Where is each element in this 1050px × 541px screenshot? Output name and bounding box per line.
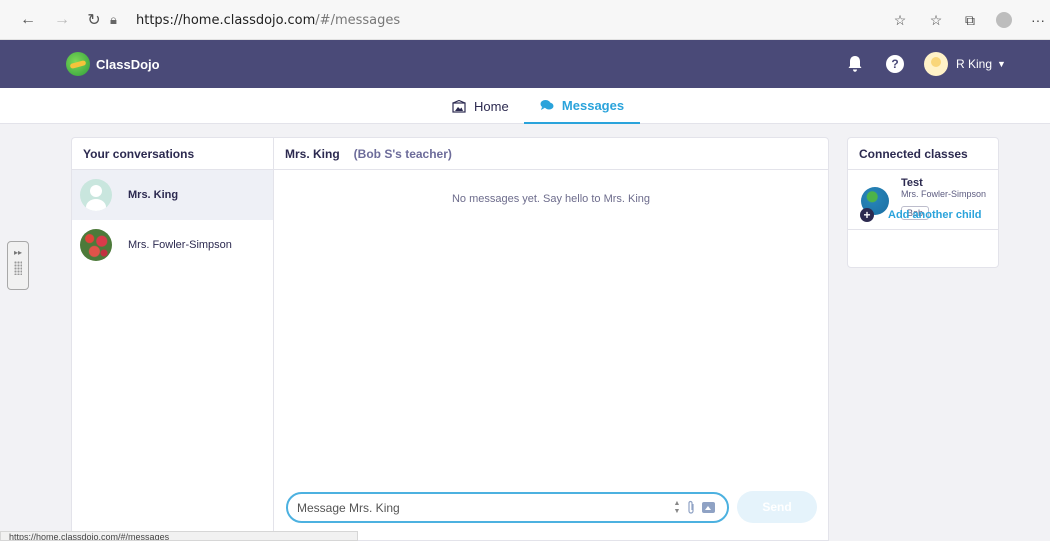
favorites-list-icon[interactable]: ☆ <box>926 10 946 30</box>
forward-icon[interactable]: → <box>52 10 72 30</box>
connected-classes-panel: Connected classes Test Mrs. Fowler-Simps… <box>847 137 999 268</box>
chat-icon <box>540 99 554 111</box>
tab-bar: Home Messages <box>0 88 1050 124</box>
favorite-star-icon[interactable]: ☆ <box>890 10 910 30</box>
connected-classes-title: Connected classes <box>848 138 998 170</box>
empty-thread-message: No messages yet. Say hello to Mrs. King <box>451 193 651 205</box>
thread-recipient: Mrs. King <box>285 146 340 161</box>
refresh-icon[interactable]: ↻ <box>84 10 104 30</box>
profile-icon[interactable] <box>994 10 1014 30</box>
help-icon[interactable]: ? <box>886 55 904 73</box>
address-bar[interactable]: 🔒︎ https://home.classdojo.com/#/messages <box>110 8 830 32</box>
thread-header: Mrs. King (Bob S's teacher) <box>274 138 828 170</box>
avatar <box>80 229 112 261</box>
side-panel-handle[interactable]: ▸▸ <box>7 241 29 290</box>
home-icon <box>452 99 466 113</box>
avatar <box>80 179 112 211</box>
logo-text: ClassDojo <box>96 56 160 72</box>
tab-home[interactable]: Home <box>452 88 509 124</box>
tab-messages-label: Messages <box>561 97 625 113</box>
conversation-name: Mrs. Fowler-Simpson <box>128 239 232 251</box>
message-composer: ▲▼ <box>286 492 729 523</box>
conversations-panel: Your conversations Mrs. King Mrs. Fowler… <box>71 137 273 541</box>
attachment-icon[interactable] <box>686 500 696 516</box>
expand-arrows-icon: ▸▸ <box>13 248 23 257</box>
conversation-item[interactable]: Mrs. King <box>72 170 273 220</box>
classdojo-logo[interactable]: ClassDojo <box>66 52 160 76</box>
conversations-title: Your conversations <box>72 138 273 170</box>
more-menu-icon[interactable]: ··· <box>1028 10 1048 30</box>
grip-icon <box>14 261 22 275</box>
class-teacher: Mrs. Fowler-Simpson <box>901 189 987 199</box>
add-child-label: Add another child <box>888 209 982 221</box>
message-thread-panel: Mrs. King (Bob S's teacher) No messages … <box>273 137 829 541</box>
class-name: Test <box>901 177 923 189</box>
notifications-bell-icon[interactable] <box>846 52 864 76</box>
thread-recipient-role: (Bob S's teacher) <box>353 146 452 161</box>
browser-toolbar: ← → ↻ 🔒︎ https://home.classdojo.com/#/me… <box>0 0 1050 40</box>
resize-stepper-icon[interactable]: ▲ ▼ <box>672 497 682 519</box>
tab-messages[interactable]: Messages <box>524 88 640 124</box>
user-name: R King <box>956 57 993 71</box>
message-input[interactable] <box>297 500 667 515</box>
tab-home-label: Home <box>474 98 509 114</box>
add-another-child-button[interactable]: + Add another child <box>860 208 982 222</box>
app-header: ClassDojo ? R King ▼ <box>0 40 1050 88</box>
url-path: /#/messages <box>315 12 401 28</box>
send-button[interactable]: Send <box>737 491 817 523</box>
lock-icon: 🔒︎ <box>110 12 117 28</box>
plus-circle-icon: + <box>860 208 874 222</box>
user-avatar <box>924 52 948 76</box>
collections-icon[interactable]: ⧉ <box>960 10 980 30</box>
chevron-down-icon: ▼ <box>997 59 1006 69</box>
url-host: https://home.classdojo.com <box>136 12 316 28</box>
conversation-name: Mrs. King <box>128 189 179 201</box>
classdojo-logo-icon <box>66 52 90 76</box>
status-bar-url: https://home.classdojo.com/#/messages <box>0 531 358 541</box>
back-icon[interactable]: ← <box>18 10 38 30</box>
user-menu[interactable]: R King ▼ <box>924 52 1006 76</box>
image-upload-icon[interactable] <box>702 502 715 513</box>
conversation-item[interactable]: Mrs. Fowler-Simpson <box>72 220 273 270</box>
